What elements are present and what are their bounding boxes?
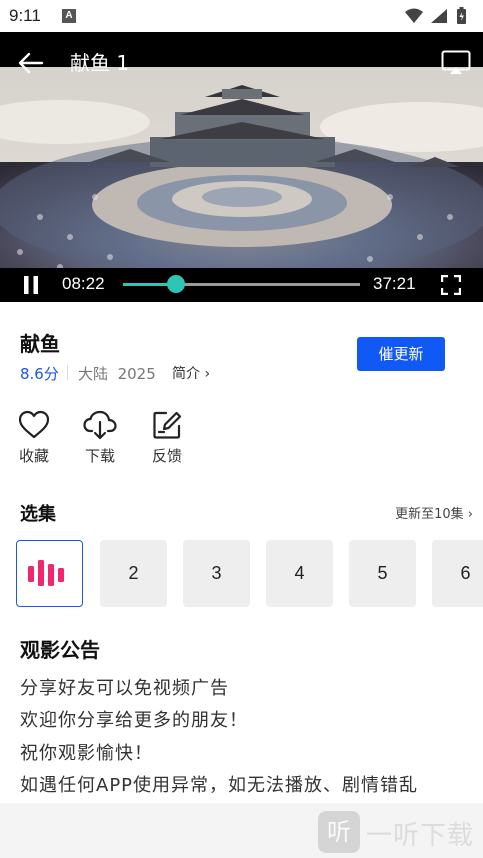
episodes-more-link[interactable]: 更新至10集 › <box>395 503 473 522</box>
pause-icon[interactable] <box>22 275 40 295</box>
request-update-button[interactable]: 催更新 <box>357 337 445 371</box>
divider <box>67 365 68 380</box>
episode-item[interactable]: 4 <box>266 540 333 607</box>
download-label: 下载 <box>84 447 115 465</box>
episode-1-playing[interactable] <box>16 540 83 607</box>
seek-bar[interactable] <box>123 275 360 293</box>
edit-icon <box>153 411 182 439</box>
favorite-button[interactable]: 收藏 <box>9 405 59 466</box>
seek-thumb[interactable] <box>167 275 186 293</box>
show-meta: 大陆 2025 <box>78 363 156 384</box>
player-controls: 08:22 37:21 <box>0 268 483 302</box>
heart-icon <box>18 410 50 439</box>
action-row: 收藏 下载 反馈 <box>0 405 483 475</box>
total-time: 37:21 <box>373 274 416 293</box>
player-top-bar: 献鱼 1 <box>0 32 483 75</box>
episode-list: 2 3 4 5 6 <box>0 540 483 608</box>
show-region: 大陆 <box>78 365 109 383</box>
wifi-icon <box>405 8 423 23</box>
notice-line: 欢迎你分享给更多的朋友！ <box>20 710 248 731</box>
show-title: 献鱼 <box>20 332 60 356</box>
cloud-download-icon <box>83 410 117 440</box>
notice-line: 分享好友可以免视频广告 <box>20 678 229 699</box>
watermark-text: 一听下载 <box>366 821 475 851</box>
episode-item[interactable]: 5 <box>349 540 416 607</box>
cast-screen-icon[interactable] <box>441 50 471 76</box>
notice-title: 观影公告 <box>20 638 100 662</box>
bottom-bar: 听 一听下载 <box>0 803 483 858</box>
fullscreen-icon[interactable] <box>441 275 461 295</box>
episode-item[interactable]: 6 <box>432 540 483 607</box>
episode-item[interactable]: 3 <box>183 540 250 607</box>
favorite-label: 收藏 <box>18 447 49 465</box>
current-time: 08:22 <box>62 274 105 293</box>
feedback-button[interactable]: 反馈 <box>142 405 192 466</box>
notification-icon: A <box>62 9 76 23</box>
status-bar: 9:11 A <box>0 0 483 32</box>
intro-link[interactable]: 简介 › <box>172 363 210 383</box>
status-time: 9:11 <box>9 6 41 25</box>
watermark-logo: 听 一听下载 <box>318 809 483 853</box>
episode-item[interactable]: 2 <box>100 540 167 607</box>
feedback-label: 反馈 <box>151 447 182 465</box>
download-button[interactable]: 下载 <box>75 405 125 466</box>
notice-line: 如遇任何APP使用异常，如无法播放、剧情错乱 <box>20 775 419 796</box>
signal-icon <box>431 9 447 23</box>
show-year: 2025 <box>117 365 156 383</box>
notice-line: 祝你观影愉快！ <box>20 743 153 764</box>
back-arrow-icon[interactable] <box>18 50 44 76</box>
video-title: 献鱼 1 <box>70 51 130 75</box>
playing-bars-icon <box>28 560 64 586</box>
watermark-badge: 听 <box>318 811 360 853</box>
show-score: 8.6分 <box>20 365 59 383</box>
video-frame <box>0 67 483 302</box>
video-player[interactable]: 献鱼 1 08:22 37:21 <box>0 32 483 302</box>
status-icons <box>405 7 466 24</box>
show-info: 献鱼 8.6分 大陆 2025 简介 › 催更新 <box>0 302 483 384</box>
episodes-title: 选集 <box>20 504 56 525</box>
